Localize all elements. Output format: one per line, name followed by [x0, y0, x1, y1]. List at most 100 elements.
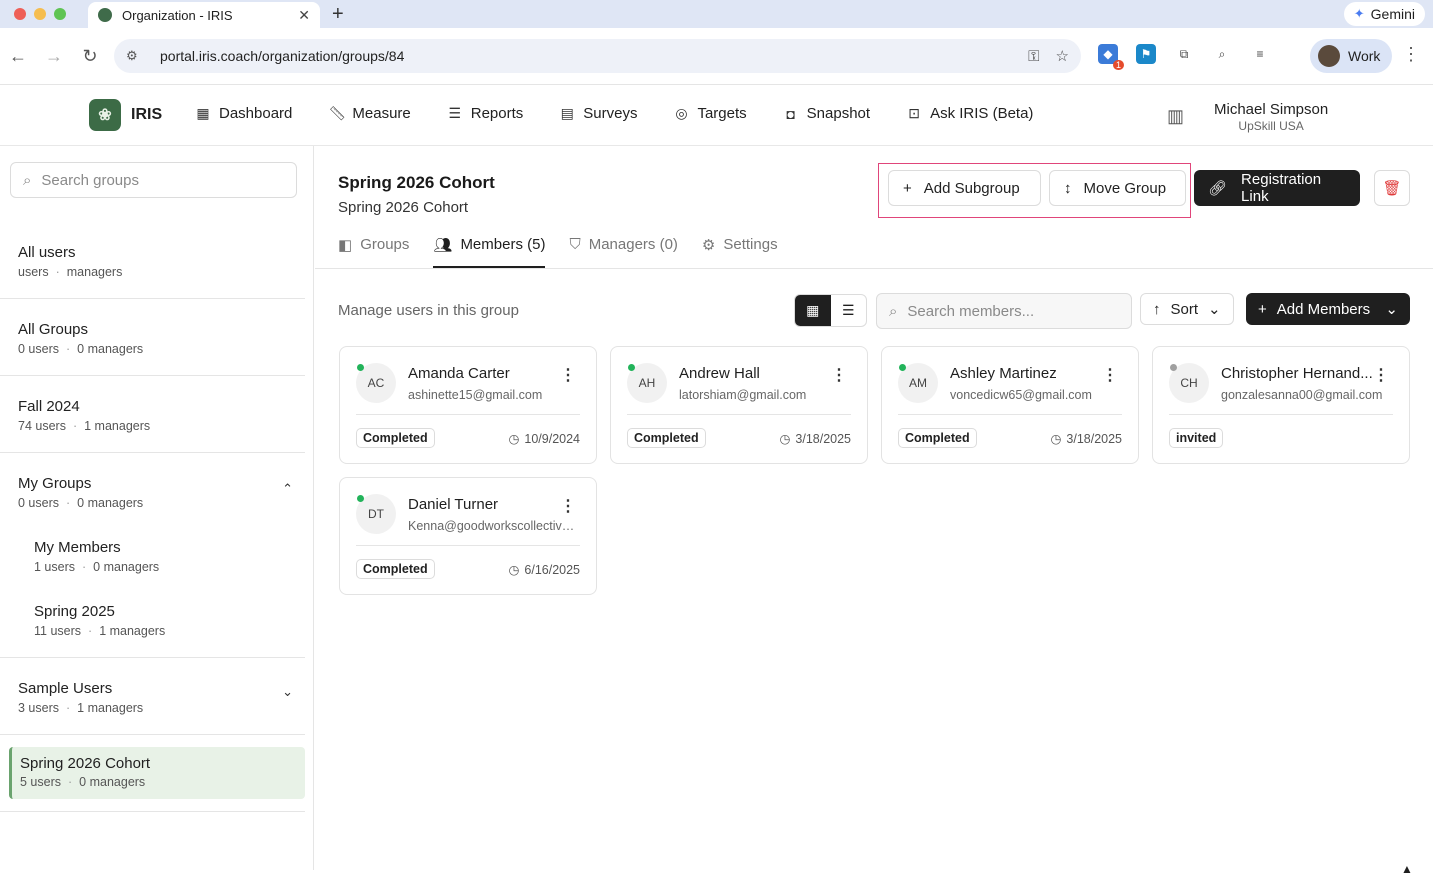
plus-icon: + — [903, 179, 912, 197]
profile-button[interactable]: Work — [1310, 39, 1393, 73]
nav-ask-iris[interactable]: ⊡ Ask IRIS (Beta) — [906, 105, 1033, 122]
group-meta: 0 users · 0 managers — [18, 496, 144, 510]
new-tab-icon[interactable]: + — [332, 3, 344, 26]
reload-icon[interactable]: ↻ — [72, 46, 108, 67]
group-item-spring-2025[interactable]: Spring 2025 11 users · 1 managers — [0, 603, 305, 638]
site-settings-icon[interactable]: ⚙ — [126, 48, 146, 64]
group-item-sample-users[interactable]: Sample Users 3 users · 1 managers ⌄ — [0, 680, 305, 715]
delete-group-button[interactable]: 🗑︎ — [1374, 170, 1410, 206]
tab-managers[interactable]: ⛉ Managers (0) — [569, 231, 677, 268]
sort-button[interactable]: ↑ Sort ⌄ — [1140, 293, 1234, 325]
group-meta: 74 users · 1 managers — [18, 419, 151, 433]
more-options-icon[interactable]: ⋮ — [560, 496, 576, 516]
group-meta: 1 users · 0 managers — [34, 560, 160, 574]
group-managers: 0 managers — [77, 342, 144, 356]
nav-label: Dashboard — [219, 105, 293, 122]
divider — [356, 545, 580, 546]
member-date: ◷ 3/18/2025 — [779, 431, 851, 447]
move-group-button[interactable]: ↕ Move Group — [1049, 170, 1186, 206]
extension-icon[interactable]: ◆ 1 — [1098, 44, 1124, 70]
close-tab-icon[interactable]: ✕ — [298, 7, 310, 24]
group-item-all-groups[interactable]: All Groups 0 users · 0 managers — [0, 321, 305, 356]
tab-groups[interactable]: ◧ Groups — [338, 231, 409, 268]
member-card[interactable]: CH Christopher Hernand... gonzalesanna00… — [1152, 346, 1410, 464]
building-icon[interactable]: ▥ — [1167, 106, 1184, 127]
group-item-my-groups[interactable]: My Groups 0 users · 0 managers ⌃ — [0, 475, 305, 510]
grid-view-button[interactable]: ▦ — [795, 295, 831, 326]
group-name: Sample Users — [18, 680, 113, 697]
close-window-button[interactable] — [14, 8, 26, 20]
nav-measure[interactable]: 📏︎ Measure — [328, 105, 410, 122]
more-options-icon[interactable]: ⋮ — [1373, 365, 1389, 385]
nav-dashboard[interactable]: ▦ Dashboard — [195, 105, 292, 122]
add-subgroup-button[interactable]: + Add Subgroup — [888, 170, 1041, 206]
registration-link-button[interactable]: 🔗︎ Registration Link — [1194, 170, 1360, 206]
tab-settings[interactable]: ⚙ Settings — [702, 231, 778, 268]
page-title: Spring 2026 Cohort — [338, 173, 495, 192]
member-date: ◷ 3/18/2025 — [1050, 431, 1122, 447]
nav-snapshot[interactable]: ◘ Snapshot — [783, 105, 870, 122]
search-members-input[interactable]: ⌕ Search members... — [876, 293, 1132, 329]
tab-label: Managers (0) — [588, 236, 678, 253]
puzzle-icon[interactable]: ⧉ — [1174, 44, 1194, 64]
tab-label: Groups — [360, 236, 410, 253]
forward-icon[interactable]: → — [36, 46, 72, 67]
group-managers: 1 managers — [99, 624, 166, 638]
iris-logo[interactable]: ❀ IRIS — [89, 99, 162, 131]
browser-tab[interactable]: Organization - IRIS ✕ — [88, 2, 320, 28]
address-bar[interactable]: ⚙ portal.iris.coach/organization/groups/… — [114, 39, 1081, 73]
browser-tab-bar: Organization - IRIS ✕ + ✦ Gemini — [0, 0, 1433, 28]
minimize-window-button[interactable] — [34, 8, 46, 20]
group-item-fall-2024[interactable]: Fall 2024 74 users · 1 managers — [0, 398, 305, 433]
clipboard-icon: ▤ — [560, 105, 574, 121]
group-meta: 0 users · 0 managers — [18, 342, 144, 356]
add-members-button[interactable]: + Add Members ⌄ — [1246, 293, 1410, 325]
search-groups-input[interactable]: ⌕ Search groups — [10, 162, 297, 198]
group-managers: 0 managers — [77, 496, 144, 510]
browser-menu-icon[interactable]: ⋮ — [1402, 44, 1420, 65]
nav-targets[interactable]: ◎ Targets — [673, 105, 746, 122]
member-card[interactable]: DT Daniel Turner Kenna@goodworkscollecti… — [339, 477, 597, 595]
add-subgroup-label: Add Subgroup — [923, 179, 1020, 197]
group-name: My Members — [34, 539, 121, 556]
back-icon[interactable]: ← — [0, 46, 36, 67]
media-icon[interactable]: ≡ — [1250, 44, 1270, 64]
user-menu[interactable]: Michael Simpson UpSkill USA — [1214, 101, 1328, 133]
member-card[interactable]: AC Amanda Carter ashinette15@gmail.com ⋮… — [339, 346, 597, 464]
profile-label: Work — [1348, 48, 1381, 64]
divider — [0, 811, 305, 812]
more-options-icon[interactable]: ⋮ — [831, 365, 847, 385]
extension-flag-icon[interactable]: ⚑ — [1136, 44, 1156, 64]
nav-label: Snapshot — [806, 105, 871, 122]
maximize-window-button[interactable] — [54, 8, 66, 20]
member-card[interactable]: AH Andrew Hall latorshiam@gmail.com ⋮ Co… — [610, 346, 868, 464]
bookmark-star-icon[interactable]: ☆ — [1056, 47, 1069, 65]
online-status-dot — [899, 364, 906, 371]
gear-icon: ⚙ — [701, 237, 716, 254]
group-item-spring-2026-cohort[interactable]: Spring 2026 Cohort 5 users · 0 managers — [9, 747, 305, 799]
chevron-up-icon[interactable]: ⌃ — [282, 481, 293, 497]
group-managers: 1 managers — [77, 701, 144, 715]
member-card[interactable]: AM Ashley Martinez voncedicw65@gmail.com… — [881, 346, 1139, 464]
tab-search-icon[interactable]: ⌕ — [1212, 44, 1232, 64]
list-view-button[interactable]: ☰ — [831, 295, 867, 326]
gemini-button[interactable]: ✦ Gemini — [1343, 2, 1425, 26]
group-item-all-users[interactable]: All users users · managers — [0, 244, 305, 279]
more-options-icon[interactable]: ⋮ — [1102, 365, 1118, 385]
group-managers: 1 managers — [84, 419, 151, 433]
group-name: Fall 2024 — [18, 398, 80, 415]
sort-label: Sort — [1170, 300, 1199, 318]
nav-reports[interactable]: ☰ Reports — [447, 105, 523, 122]
date-text: 3/18/2025 — [1066, 431, 1122, 446]
group-item-my-members[interactable]: My Members 1 users · 0 managers — [0, 539, 305, 574]
more-options-icon[interactable]: ⋮ — [560, 365, 576, 385]
chevron-down-icon[interactable]: ⌄ — [282, 684, 293, 700]
divider — [0, 375, 305, 376]
group-users: 3 users — [18, 701, 59, 715]
password-key-icon[interactable]: ⚿ — [1028, 48, 1039, 65]
nav-surveys[interactable]: ▤ Surveys — [559, 105, 638, 122]
user-org: UpSkill USA — [1238, 119, 1304, 133]
group-meta: 11 users · 1 managers — [34, 624, 166, 638]
member-email: gonzalesanna00@gmail.com — [1221, 388, 1383, 402]
tab-members[interactable]: 👥︎ Members (5) — [433, 231, 546, 268]
